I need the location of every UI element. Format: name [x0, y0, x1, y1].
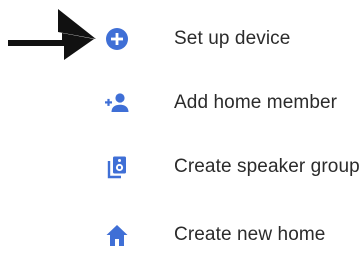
menu-item-label: Add home member: [174, 92, 338, 113]
add-person-icon: [104, 90, 130, 116]
add-circle-icon: [104, 26, 130, 52]
menu-item-create-speaker-group[interactable]: Create speaker group: [0, 142, 361, 192]
menu-item-label: Set up device: [174, 28, 291, 49]
menu-item-label: Create new home: [174, 224, 326, 245]
menu-item-add-home-member[interactable]: Add home member: [0, 78, 361, 128]
menu-item-create-new-home[interactable]: Create new home: [0, 210, 361, 260]
speaker-group-icon: [104, 154, 130, 180]
home-icon: [104, 222, 130, 248]
menu-item-label: Create speaker group: [174, 156, 360, 177]
pointer-arrow-icon: [6, 6, 102, 64]
